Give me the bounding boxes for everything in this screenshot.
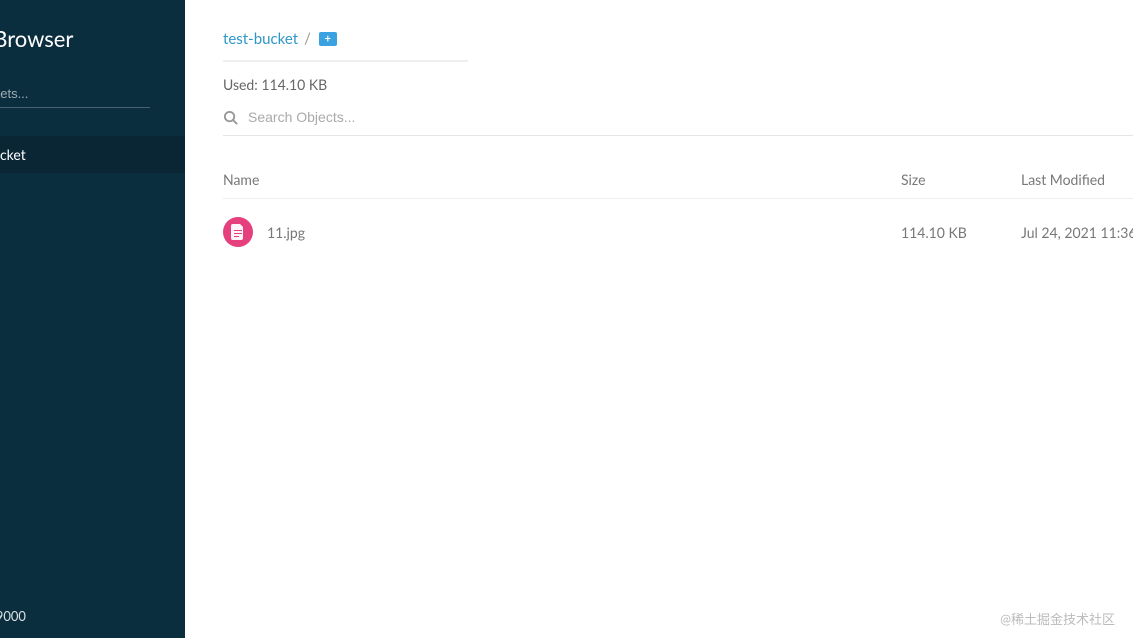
col-header-name[interactable]: Name [223,171,901,188]
row-name-cell: 11.jpg [223,217,901,247]
bucket-list-item[interactable]: cket [0,136,185,173]
main-panel: test-bucket / Used: 114.10 KB Name Size … [185,0,1133,638]
file-icon [223,217,253,247]
col-header-size[interactable]: Size [901,171,1021,188]
row-modified-cell: Jul 24, 2021 11:36 A [1021,224,1133,241]
row-filename: 11.jpg [267,224,305,241]
watermark-text: @稀土掘金技术社区 [1000,611,1115,628]
search-icon [223,110,238,125]
add-folder-icon[interactable] [319,32,337,46]
object-search-row [223,109,1133,136]
bucket-search-input[interactable] [0,80,150,108]
usage-label: Used: 114.10 KB [223,76,1133,93]
app-title: O Browser [0,0,185,70]
row-size-cell: 114.10 KB [901,224,1021,241]
sidebar: O Browser cket 5:9000 [0,0,185,638]
col-header-modified[interactable]: Last Modified [1021,171,1133,188]
breadcrumb: test-bucket / [223,30,1133,48]
table-header: Name Size Last Modified [223,171,1133,199]
object-search-input[interactable] [248,109,548,125]
divider [223,60,468,62]
breadcrumb-bucket-link[interactable]: test-bucket [223,30,298,48]
objects-table: Name Size Last Modified 11.jpg 114.10 KB… [223,171,1133,265]
bucket-list: cket [0,136,185,173]
sidebar-footer-host: 5:9000 [0,608,26,624]
table-row[interactable]: 11.jpg 114.10 KB Jul 24, 2021 11:36 A [223,199,1133,265]
breadcrumb-separator: / [304,30,311,48]
watermark: @稀土掘金技术社区 [1000,611,1115,628]
